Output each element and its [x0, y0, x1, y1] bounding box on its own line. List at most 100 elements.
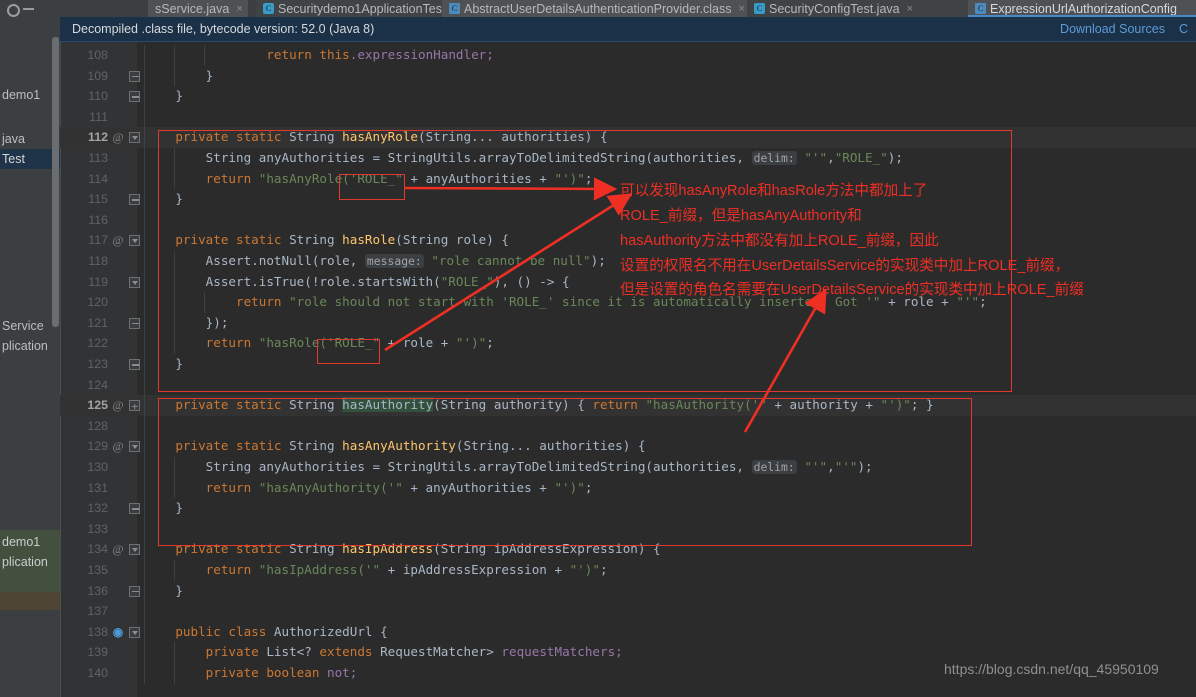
line-number: 132: [87, 501, 108, 516]
code-text[interactable]: return "hasIpAddress('" + ipAddressExpre…: [145, 560, 608, 581]
project-item-plication-new[interactable]: plication: [0, 552, 60, 572]
code-text[interactable]: }: [145, 498, 183, 519]
code-text[interactable]: });: [145, 313, 229, 334]
fold-up-icon[interactable]: [128, 189, 141, 210]
tab-securitydemo1applicationtests-java[interactable]: C Securitydemo1ApplicationTests.java ×: [256, 0, 442, 17]
fold-up-icon[interactable]: [128, 313, 141, 334]
code-text[interactable]: }: [145, 581, 183, 602]
fold-plus-icon[interactable]: [128, 395, 141, 418]
code-text[interactable]: private static String hasIpAddress(Strin…: [145, 539, 660, 560]
project-item-plication[interactable]: plication: [0, 336, 60, 356]
code-text[interactable]: return "hasAnyRole('ROLE_" + anyAuthorit…: [145, 169, 593, 190]
fold-up-icon[interactable]: [128, 66, 141, 87]
code-line[interactable]: 122 return "hasRole('ROLE_" + role + "')…: [60, 333, 1196, 354]
project-item-label: plication: [2, 555, 48, 569]
code-line[interactable]: 128: [60, 415, 1196, 437]
fold-down-icon[interactable]: [128, 539, 141, 560]
download-sources-link[interactable]: Download Sources: [1060, 22, 1165, 36]
tab-securityconfigtest-java[interactable]: C SecurityConfigTest.java ×: [747, 0, 968, 17]
code-text[interactable]: String anyAuthorities = StringUtils.arra…: [145, 457, 873, 478]
code-line[interactable]: 137: [60, 601, 1196, 622]
code-line[interactable]: 138 ◉ public class AuthorizedUrl {: [60, 621, 1196, 643]
project-item-label: demo1: [2, 88, 41, 102]
code-line[interactable]: 113 String anyAuthorities = StringUtils.…: [60, 148, 1196, 169]
override-annotation-icon[interactable]: @: [110, 539, 126, 560]
tab-abstractuserdetailsauthenticationprovider-class[interactable]: C AbstractUserDetailsAuthenticationProvi…: [442, 0, 747, 17]
code-text[interactable]: Assert.isTrue(!role.startsWith("ROLE_"),…: [145, 272, 570, 293]
code-token: String anyAuthorities = StringUtils.arra…: [205, 150, 752, 165]
fold-down-icon[interactable]: [128, 436, 141, 457]
code-token: hasRole: [342, 232, 396, 248]
project-item-test[interactable]: Test: [0, 149, 60, 169]
code-text[interactable]: public class AuthorizedUrl {: [145, 622, 387, 643]
fold-down-icon[interactable]: [128, 272, 141, 293]
line-number: 128: [87, 418, 108, 433]
tab-expressionurlauthorizationconfig[interactable]: C ExpressionUrlAuthorizationConfig: [968, 0, 1196, 17]
code-text[interactable]: private boolean not;: [145, 663, 358, 684]
code-text[interactable]: String anyAuthorities = StringUtils.arra…: [145, 148, 903, 169]
project-panel-scrollbar[interactable]: [52, 37, 59, 327]
fold-down-icon[interactable]: [128, 622, 141, 643]
tab-sservice-java[interactable]: sService.java ×: [148, 0, 248, 17]
code-text[interactable]: return "hasAnyAuthority('" + anyAuthorit…: [145, 478, 593, 499]
code-line[interactable]: 133: [60, 518, 1196, 540]
code-text[interactable]: }: [145, 189, 183, 210]
code-token: List<?: [266, 644, 320, 660]
fold-up-icon[interactable]: [128, 498, 141, 519]
code-line[interactable]: 139 private List<? extends RequestMatche…: [60, 642, 1196, 663]
close-icon[interactable]: ×: [738, 3, 744, 15]
close-icon[interactable]: ×: [907, 3, 913, 15]
fold-up-icon[interactable]: [128, 581, 141, 602]
bookmark-icon[interactable]: ◉: [110, 622, 126, 643]
code-line[interactable]: 110 }: [60, 86, 1196, 107]
code-text[interactable]: private List<? extends RequestMatcher> r…: [145, 642, 623, 663]
code-editor[interactable]: 108 return this.expressionHandler; 109 } 1…: [60, 42, 1196, 697]
line-number: 139: [87, 645, 108, 660]
code-text[interactable]: }: [145, 86, 183, 107]
code-text[interactable]: private static String hasAuthority(Strin…: [145, 395, 934, 416]
project-item-demo1[interactable]: demo1: [0, 85, 60, 105]
override-annotation-icon[interactable]: @: [110, 127, 126, 148]
code-text[interactable]: return "hasRole('ROLE_" + role + "')";: [145, 333, 494, 354]
fold-down-icon[interactable]: [128, 230, 141, 251]
code-line[interactable]: 130 String anyAuthorities = StringUtils.…: [60, 457, 1196, 478]
minimize-icon[interactable]: [23, 7, 34, 10]
code-line[interactable]: 131 return "hasAnyAuthority('" + anyAuth…: [60, 477, 1196, 499]
code-line[interactable]: 136 }: [60, 580, 1196, 602]
code-line[interactable]: 124: [60, 374, 1196, 396]
code-line[interactable]: 112 @ private static String hasAnyRole(St…: [60, 127, 1196, 148]
code-line[interactable]: 135 return "hasIpAddress('" + ipAddressE…: [60, 560, 1196, 581]
code-text[interactable]: }: [145, 354, 183, 375]
override-annotation-icon[interactable]: @: [110, 230, 126, 251]
code-line[interactable]: 109 }: [60, 65, 1196, 87]
override-annotation-icon[interactable]: @: [110, 395, 126, 416]
fold-up-icon[interactable]: [128, 86, 141, 107]
code-line[interactable]: 111: [60, 106, 1196, 128]
code-line[interactable]: 125@ private static String hasAuthority(…: [60, 395, 1196, 418]
code-line[interactable]: 108 return this.expressionHandler;: [60, 45, 1196, 66]
code-text[interactable]: private static String hasRole(String rol…: [145, 230, 509, 251]
code-token: private: [205, 644, 267, 660]
project-item-java[interactable]: java: [0, 129, 60, 149]
indent-guide: [144, 518, 145, 540]
fold-up-icon[interactable]: [128, 354, 141, 375]
override-annotation-icon[interactable]: @: [110, 436, 126, 457]
gear-icon[interactable]: [6, 3, 20, 17]
code-text[interactable]: Assert.notNull(role, message: "role cann…: [145, 251, 606, 272]
close-icon[interactable]: ×: [236, 3, 242, 15]
code-text[interactable]: private static String hasAnyRole(String.…: [145, 127, 607, 148]
code-line[interactable]: 132 }: [60, 498, 1196, 519]
code-line[interactable]: 134 @ private static String hasIpAddress(…: [60, 539, 1196, 560]
project-item-service[interactable]: Service: [0, 316, 60, 336]
code-line[interactable]: 129 @ private static String hasAnyAuthori…: [60, 436, 1196, 457]
code-text[interactable]: private static String hasAnyAuthority(St…: [145, 436, 645, 457]
code-line[interactable]: 123 }: [60, 354, 1196, 375]
fold-down-icon[interactable]: [128, 127, 141, 148]
annotation-line-5: 但是设置的角色名需要在UserDetailsService的实现类中加上ROLE…: [620, 282, 1084, 298]
code-text[interactable]: }: [145, 66, 214, 87]
project-tool-window[interactable]: demo1 java Test Service plication demo1 …: [0, 17, 60, 697]
code-text[interactable]: return this.expressionHandler;: [145, 45, 493, 66]
project-item-demo1-new[interactable]: demo1: [0, 532, 60, 552]
code-line[interactable]: 121 });: [60, 312, 1196, 334]
choose-sources-link[interactable]: C: [1179, 22, 1188, 36]
